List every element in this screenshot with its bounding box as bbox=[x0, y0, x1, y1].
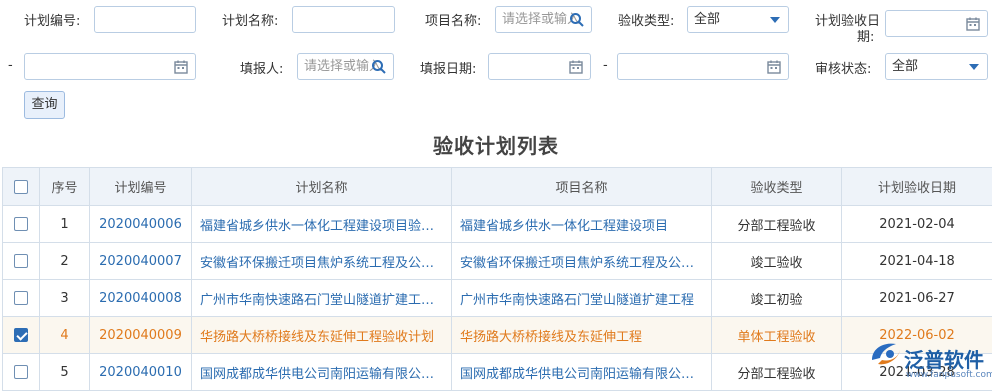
accept-type-value: 全部 bbox=[694, 12, 720, 27]
row-index: 4 bbox=[40, 317, 90, 354]
audit-status-select[interactable]: 全部 bbox=[885, 53, 988, 80]
row-plan-no-link[interactable]: 2020040009 bbox=[90, 317, 192, 354]
table-row-selected[interactable]: 4 2020040009 华扬路大桥桥接线及东延伸工程验收计划 华扬路大桥桥接线… bbox=[3, 317, 992, 354]
chevron-down-icon bbox=[969, 64, 979, 70]
row-checkbox[interactable] bbox=[14, 254, 28, 268]
project-name-input[interactable]: 请选择或输入 bbox=[495, 6, 592, 33]
select-all-checkbox[interactable] bbox=[14, 180, 28, 194]
calendar-icon[interactable] bbox=[568, 59, 584, 75]
row-checkbox[interactable] bbox=[14, 217, 28, 231]
row-checkbox[interactable] bbox=[14, 365, 28, 379]
row-plan-name-link[interactable]: 福建省城乡供水一体化工程建设项目验收计划 bbox=[192, 206, 452, 243]
fill-date-start-input[interactable] bbox=[488, 53, 591, 80]
date-range-dash: - bbox=[8, 58, 13, 73]
col-header-index[interactable]: 序号 bbox=[40, 168, 90, 206]
row-index: 3 bbox=[40, 280, 90, 317]
logo-mark-icon bbox=[868, 338, 904, 370]
row-accept-type: 竣工初验 bbox=[712, 280, 842, 317]
logo-text: 泛普软件 bbox=[904, 344, 984, 373]
table-row[interactable]: 3 2020040008 广州市华南快速路石门堂山隧道扩建工程验收计划 广州市华… bbox=[3, 280, 992, 317]
plan-name-label: 计划名称: bbox=[222, 10, 278, 29]
row-project-name-link[interactable]: 华扬路大桥桥接线及东延伸工程 bbox=[452, 317, 712, 354]
col-header-accept-type[interactable]: 验收类型 bbox=[712, 168, 842, 206]
project-name-label: 项目名称: bbox=[425, 10, 481, 29]
col-header-project-name[interactable]: 项目名称 bbox=[452, 168, 712, 206]
plan-date-start-input[interactable] bbox=[885, 10, 988, 37]
col-header-plan-date[interactable]: 计划验收日期 bbox=[842, 168, 992, 206]
row-plan-name-link[interactable]: 华扬路大桥桥接线及东延伸工程验收计划 bbox=[192, 317, 452, 354]
row-plan-name-link[interactable]: 安徽省环保搬迁项目焦炉系统工程及公辅工程验收计划 bbox=[192, 243, 452, 280]
row-plan-name-link[interactable]: 广州市华南快速路石门堂山隧道扩建工程验收计划 bbox=[192, 280, 452, 317]
row-select-cell[interactable] bbox=[3, 354, 40, 391]
calendar-icon[interactable] bbox=[766, 59, 782, 75]
accept-type-select[interactable]: 全部 bbox=[687, 6, 789, 33]
row-project-name-link[interactable]: 国网成都成华供电公司南阳运输有限公司工程 bbox=[452, 354, 712, 391]
plan-no-input[interactable] bbox=[94, 6, 196, 33]
table-row[interactable]: 5 2020040010 国网成都成华供电公司南阳运输有限公司验收计划 国网成都… bbox=[3, 354, 992, 391]
search-icon[interactable] bbox=[371, 59, 387, 75]
row-accept-type: 分部工程验收 bbox=[712, 206, 842, 243]
row-select-cell[interactable] bbox=[3, 206, 40, 243]
audit-status-label: 审核状态: bbox=[815, 58, 871, 77]
row-select-cell[interactable] bbox=[3, 280, 40, 317]
plan-no-label: 计划编号: bbox=[24, 10, 80, 29]
row-select-cell[interactable] bbox=[3, 317, 40, 354]
row-select-cell[interactable] bbox=[3, 243, 40, 280]
row-checkbox[interactable] bbox=[14, 291, 28, 305]
row-accept-type: 单体工程验收 bbox=[712, 317, 842, 354]
table-title: 验收计划列表 bbox=[0, 130, 992, 159]
row-plan-name-link[interactable]: 国网成都成华供电公司南阳运输有限公司验收计划 bbox=[192, 354, 452, 391]
plan-date-label-cont: 期: bbox=[857, 26, 874, 45]
plan-name-input[interactable] bbox=[292, 6, 395, 33]
row-plan-no-link[interactable]: 2020040008 bbox=[90, 280, 192, 317]
row-accept-type: 竣工验收 bbox=[712, 243, 842, 280]
table-row[interactable]: 1 2020040006 福建省城乡供水一体化工程建设项目验收计划 福建省城乡供… bbox=[3, 206, 992, 243]
fill-date-range-dash: - bbox=[603, 58, 608, 73]
row-plan-no-link[interactable]: 2020040010 bbox=[90, 354, 192, 391]
accept-type-label: 验收类型: bbox=[618, 10, 674, 29]
acceptance-plan-table: 序号 计划编号 计划名称 项目名称 验收类型 计划验收日期 1 20200400… bbox=[2, 167, 992, 391]
search-icon[interactable] bbox=[569, 12, 585, 28]
row-index: 5 bbox=[40, 354, 90, 391]
row-plan-date: 2021-02-04 bbox=[842, 206, 992, 243]
row-plan-no-link[interactable]: 2020040006 bbox=[90, 206, 192, 243]
row-project-name-link[interactable]: 安徽省环保搬迁项目焦炉系统工程及公辅工程 bbox=[452, 243, 712, 280]
row-index: 2 bbox=[40, 243, 90, 280]
query-button[interactable]: 查询 bbox=[24, 91, 65, 119]
col-header-plan-name[interactable]: 计划名称 bbox=[192, 168, 452, 206]
fill-date-end-input[interactable] bbox=[617, 53, 789, 80]
row-accept-type: 分部工程验收 bbox=[712, 354, 842, 391]
filler-label: 填报人: bbox=[240, 58, 283, 77]
filler-input[interactable]: 请选择或输入 bbox=[297, 53, 394, 80]
row-index: 1 bbox=[40, 206, 90, 243]
col-header-plan-no[interactable]: 计划编号 bbox=[90, 168, 192, 206]
chevron-down-icon bbox=[770, 17, 780, 23]
fill-date-label: 填报日期: bbox=[420, 58, 476, 77]
row-project-name-link[interactable]: 广州市华南快速路石门堂山隧道扩建工程 bbox=[452, 280, 712, 317]
table-row[interactable]: 2 2020040007 安徽省环保搬迁项目焦炉系统工程及公辅工程验收计划 安徽… bbox=[3, 243, 992, 280]
plan-date-end-input[interactable] bbox=[24, 53, 196, 80]
watermark: www.fanpusoft.com bbox=[906, 370, 992, 380]
row-project-name-link[interactable]: 福建省城乡供水一体化工程建设项目 bbox=[452, 206, 712, 243]
audit-status-value: 全部 bbox=[892, 59, 918, 74]
row-plan-no-link[interactable]: 2020040007 bbox=[90, 243, 192, 280]
calendar-icon[interactable] bbox=[965, 16, 981, 32]
row-checkbox-checked[interactable] bbox=[14, 328, 28, 342]
select-all-cell[interactable] bbox=[3, 168, 40, 206]
calendar-icon[interactable] bbox=[173, 59, 189, 75]
row-plan-date: 2021-06-27 bbox=[842, 280, 992, 317]
table-header-row: 序号 计划编号 计划名称 项目名称 验收类型 计划验收日期 bbox=[3, 168, 992, 206]
row-plan-date: 2021-04-18 bbox=[842, 243, 992, 280]
